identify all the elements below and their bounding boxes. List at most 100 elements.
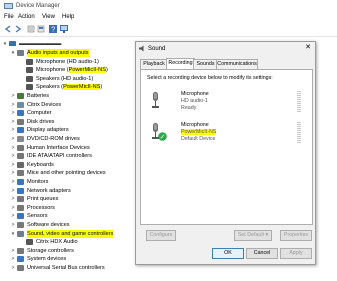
- tree-label: Mice and other pointing devices: [27, 170, 106, 177]
- tree-label: Print queues: [27, 196, 59, 203]
- tab-sounds[interactable]: Sounds: [193, 59, 218, 69]
- ok-button[interactable]: OK: [212, 248, 244, 259]
- tree-label: Batteries: [27, 93, 50, 99]
- device-category-icon: [17, 230, 24, 237]
- chevron-right-icon[interactable]: >: [10, 126, 16, 134]
- device-category-icon: [26, 58, 33, 65]
- chevron-down-icon: ▾: [265, 232, 269, 238]
- chevron-down-icon[interactable]: ▾: [10, 230, 16, 238]
- menu-view[interactable]: View: [42, 14, 55, 20]
- chevron-right-icon[interactable]: >: [10, 195, 16, 203]
- tree-label: System devices: [27, 256, 67, 263]
- back-icon[interactable]: [4, 25, 12, 33]
- tree-label: Citrix HDX Audio: [36, 239, 78, 246]
- device-category-icon: [17, 256, 24, 263]
- device-category-icon: [26, 67, 33, 74]
- menu-action[interactable]: Action: [18, 14, 35, 20]
- scan-icon[interactable]: [37, 25, 45, 33]
- device-category-icon: [17, 265, 24, 271]
- tree-label: Monitors: [27, 179, 49, 185]
- device-category-icon: [17, 93, 24, 99]
- chevron-right-icon[interactable]: >: [10, 161, 16, 169]
- tree-label: Computer: [27, 110, 52, 117]
- chevron-right-icon[interactable]: >: [10, 109, 16, 117]
- chevron-right-icon[interactable]: >: [10, 101, 16, 109]
- microphone-icon: [152, 92, 159, 108]
- tree-label: Sound, video and game controllers: [27, 229, 114, 238]
- tree-label: Universal Serial Bus controllers: [27, 265, 105, 271]
- default-check-icon: ✓: [158, 132, 167, 141]
- device-status: Ready: [181, 105, 197, 111]
- tree-label: Sensors: [27, 213, 48, 220]
- device-category-icon: [17, 213, 24, 220]
- chevron-right-icon[interactable]: >: [10, 221, 16, 229]
- chevron-down-icon[interactable]: ▾: [2, 40, 8, 48]
- properties-icon[interactable]: [27, 25, 35, 33]
- chevron-right-icon[interactable]: >: [10, 178, 16, 186]
- device-category-icon: [26, 75, 33, 82]
- chevron-right-icon[interactable]: >: [10, 264, 16, 272]
- menu-file[interactable]: File: [4, 14, 14, 20]
- device-category-icon: [17, 222, 24, 228]
- monitor-icon[interactable]: [60, 25, 68, 33]
- device-category-icon: [17, 153, 24, 160]
- tree-label: IDE ATA/ATAPI controllers: [27, 153, 92, 160]
- device-category-icon: [17, 110, 24, 117]
- device-name: Microphone: [181, 122, 209, 128]
- chevron-down-icon[interactable]: ▾: [10, 49, 16, 57]
- svg-text:?: ?: [51, 27, 55, 34]
- device-category-icon: [17, 127, 24, 134]
- level-meter: [297, 91, 301, 113]
- tree-label: Disk drives: [27, 118, 55, 125]
- device-category-icon: [17, 196, 24, 203]
- set-default-button[interactable]: Set Default ▾: [234, 230, 272, 241]
- device-category-icon: [17, 50, 24, 56]
- device-status: Default Device: [181, 136, 216, 142]
- speaker-icon: [139, 45, 144, 52]
- tree-label: Display adapters: [27, 127, 69, 134]
- chevron-right-icon[interactable]: >: [10, 152, 16, 160]
- cancel-button[interactable]: Cancel: [246, 248, 278, 259]
- computer-name: ▬▬▬▬▬▬▬▬▬: [19, 41, 61, 47]
- tree-label: Speakers (PowerMicII-NS): [36, 84, 103, 91]
- device-item-default[interactable]: ✓ Microphone PowerMicII-NS Default Devic…: [145, 120, 305, 148]
- chevron-right-icon[interactable]: >: [10, 212, 16, 220]
- chevron-right-icon[interactable]: >: [10, 169, 16, 177]
- dialog-title: Sound: [148, 46, 166, 52]
- chevron-right-icon[interactable]: >: [10, 144, 16, 152]
- chevron-right-icon[interactable]: >: [10, 135, 16, 143]
- title-bar: Device Manager: [0, 0, 337, 13]
- forward-icon[interactable]: [14, 25, 22, 33]
- properties-button[interactable]: Properties: [280, 230, 312, 241]
- device-category-icon: [26, 239, 33, 246]
- device-item[interactable]: Microphone HD audio-1 Ready: [145, 89, 305, 117]
- device-sub: HD audio-1: [181, 98, 208, 104]
- level-meter: [297, 122, 301, 144]
- chevron-right-icon[interactable]: >: [10, 92, 16, 100]
- chevron-right-icon[interactable]: >: [10, 247, 16, 255]
- window-title: Device Manager: [16, 3, 60, 9]
- tree-label: Audio inputs and outputs: [27, 49, 89, 57]
- chevron-right-icon[interactable]: >: [10, 187, 16, 195]
- tree-label: Microphone (PowerMicII-NS): [36, 67, 108, 74]
- chevron-right-icon[interactable]: >: [10, 204, 16, 212]
- menu-help[interactable]: Help: [62, 14, 74, 20]
- close-icon[interactable]: ✕: [304, 43, 312, 52]
- tree-label: DVD/CD-ROM drives: [27, 136, 80, 142]
- help-icon[interactable]: ?: [49, 25, 57, 33]
- chevron-right-icon[interactable]: >: [10, 255, 16, 263]
- device-tree: ▾ ▬▬▬▬▬▬▬▬▬ ▾ Audio inputs and outputs Mic…: [0, 37, 140, 281]
- configure-button[interactable]: Configure: [146, 230, 176, 241]
- device-category-icon: [17, 247, 24, 254]
- tree-label: Citrix Devices: [27, 101, 62, 108]
- tree-label: Speakers (HD audio-1): [36, 75, 94, 82]
- tab-playback[interactable]: Playback: [140, 59, 168, 69]
- apply-button[interactable]: Apply: [280, 248, 312, 259]
- tab-communications[interactable]: Communications: [216, 59, 258, 69]
- chevron-right-icon[interactable]: >: [10, 118, 16, 126]
